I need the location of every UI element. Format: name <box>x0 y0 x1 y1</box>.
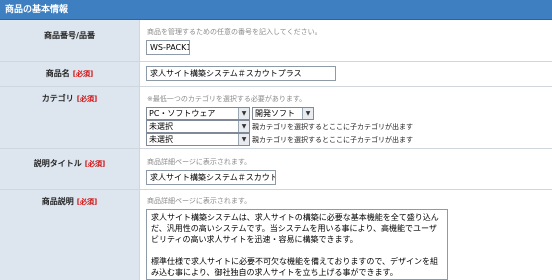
row-description-title: 説明タイトル [必須] 商品詳細ページに表示されます。 求人サイト構築システム＃ス… <box>0 149 552 190</box>
row-product-code: 商品番号/品番 商品を管理するための任意の番号を記入してください。 WS-PAC… <box>0 20 552 62</box>
description-paragraph-1: 求人サイト構築システムは、求人サイトの構築に必要な基本機能を全て盛り込んだ、汎用… <box>151 213 439 244</box>
row-product-name: 商品名 [必須] 求人サイト構築システム＃スカウトプラス <box>0 62 552 87</box>
chevron-down-icon: ▼ <box>238 134 249 145</box>
category-note: ※最低一つのカテゴリを選択する必要があります。 <box>147 95 307 103</box>
category-hint-3: 親カテゴリを選択するとここに子カテゴリが出ます <box>252 136 413 144</box>
category-cell: ※最低一つのカテゴリを選択する必要があります。 PC・ソフトウェア ▼ 開発ソフ… <box>141 87 552 148</box>
description-title-label-text: 説明タイトル <box>33 159 82 168</box>
category-select-3-value: 未選択 <box>149 135 173 144</box>
product-code-cell: 商品を管理するための任意の番号を記入してください。 WS-PACK1 <box>141 20 552 61</box>
description-note: 商品詳細ページに表示されます。 <box>147 197 252 205</box>
description-paragraph-2: 標準仕様で求人サイトに必要不可欠な機能を備えておりますので、デザインを組み込む事… <box>151 257 439 277</box>
chevron-down-icon: ▼ <box>302 108 313 119</box>
product-code-label-text: 商品番号/品番 <box>44 31 95 40</box>
required-badge: [必須] <box>76 95 98 103</box>
category-select-2-value: 未選択 <box>149 122 173 131</box>
product-name-label: 商品名 [必須] <box>0 62 140 86</box>
category-subselect-1[interactable]: 開発ソフト ▼ <box>252 107 314 120</box>
category-select-3[interactable]: 未選択 ▼ <box>146 133 250 146</box>
category-select-1[interactable]: PC・ソフトウェア ▼ <box>146 107 250 120</box>
category-select-1-value: PC・ソフトウェア <box>149 109 216 118</box>
product-name-label-text: 商品名 <box>45 69 70 78</box>
category-label: カテゴリ [必須] <box>0 87 140 148</box>
required-badge: [必須] <box>76 198 98 206</box>
product-code-input[interactable]: WS-PACK1 <box>146 40 190 55</box>
required-badge: [必須] <box>84 160 106 168</box>
category-select-2[interactable]: 未選択 ▼ <box>146 120 250 133</box>
chevron-down-icon: ▼ <box>238 121 249 132</box>
category-subselect-1-value: 開発ソフト <box>255 109 295 118</box>
category-hint-2: 親カテゴリを選択するとここに子カテゴリが出ます <box>252 123 413 131</box>
description-spacer <box>151 245 443 256</box>
description-title-cell: 商品詳細ページに表示されます。 求人サイト構築システム＃スカウトプラス <box>141 149 552 189</box>
description-title-label: 説明タイトル [必須] <box>0 149 140 189</box>
description-textarea[interactable]: 求人サイト構築システムは、求人サイトの構築に必要な基本機能を全て盛り込んだ、汎用… <box>146 209 448 280</box>
description-label-text: 商品説明 <box>41 197 74 206</box>
description-title-note: 商品詳細ページに表示されます。 <box>147 158 252 166</box>
product-name-input[interactable]: 求人サイト構築システム＃スカウトプラス <box>146 66 336 81</box>
description-cell: 商品詳細ページに表示されます。 求人サイト構築システムは、求人サイトの構築に必要… <box>141 190 552 280</box>
row-description: 商品説明 [必須] 商品詳細ページに表示されます。 求人サイト構築システムは、求人… <box>0 190 552 280</box>
product-code-label: 商品番号/品番 <box>0 20 140 61</box>
required-badge: [必須] <box>72 70 94 78</box>
chevron-down-icon: ▼ <box>238 108 249 119</box>
product-code-note: 商品を管理するための任意の番号を記入してください。 <box>147 28 322 36</box>
section-title: 商品の基本情報 <box>0 0 552 20</box>
product-name-cell: 求人サイト構築システム＃スカウトプラス <box>141 62 552 86</box>
row-category: カテゴリ [必須] ※最低一つのカテゴリを選択する必要があります。 PC・ソフトウ… <box>0 87 552 149</box>
description-title-input[interactable]: 求人サイト構築システム＃スカウトプラス <box>146 170 276 185</box>
category-label-text: カテゴリ <box>41 94 74 103</box>
description-label: 商品説明 [必須] <box>0 190 140 280</box>
